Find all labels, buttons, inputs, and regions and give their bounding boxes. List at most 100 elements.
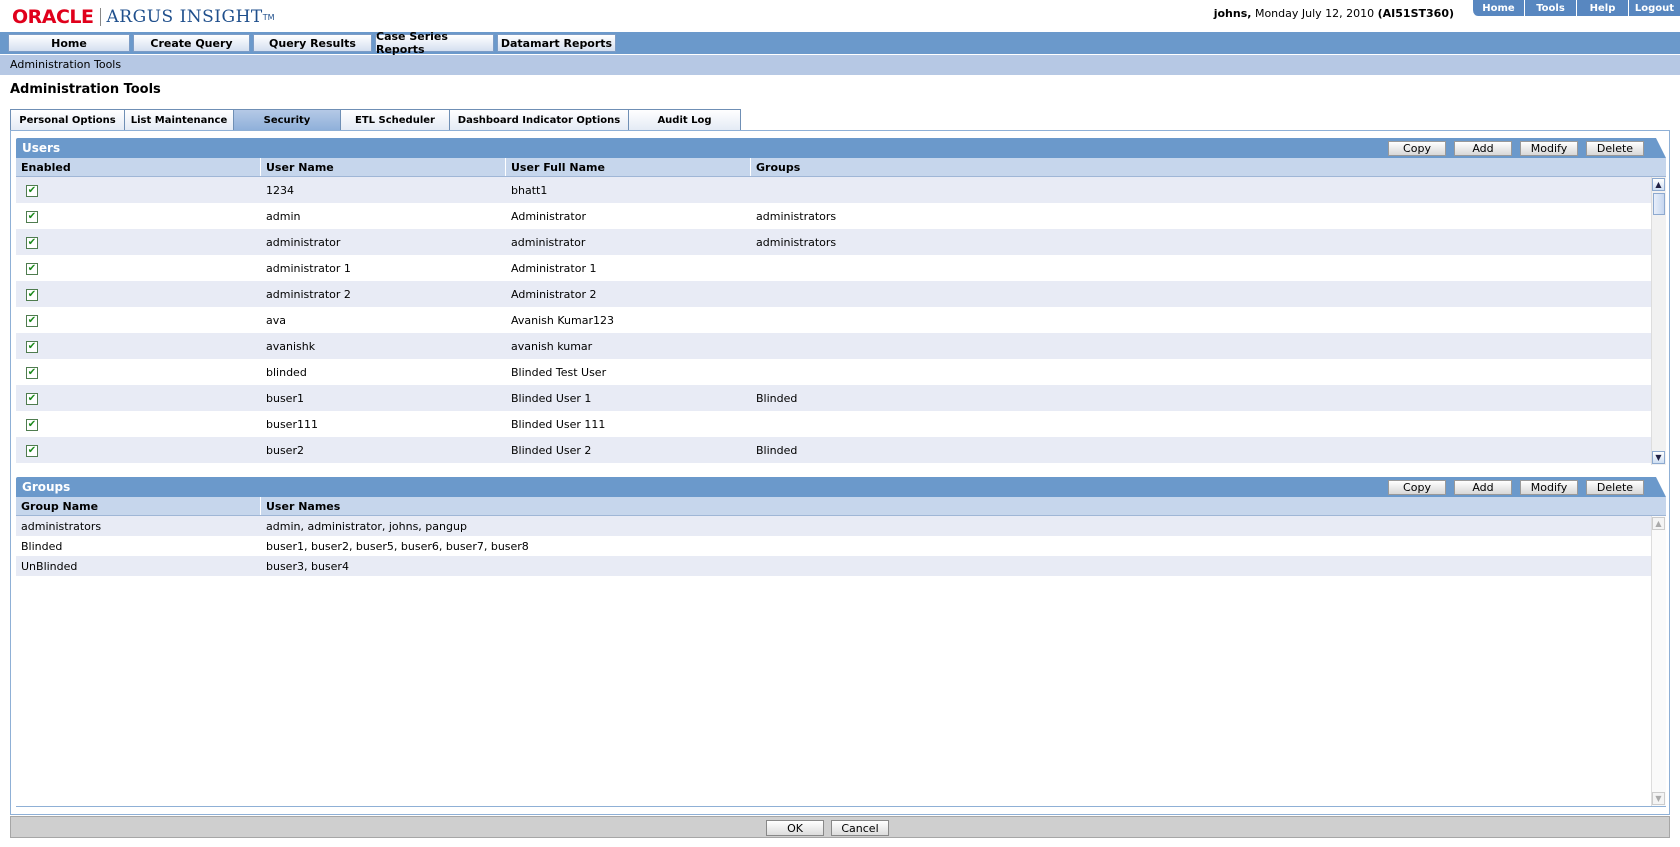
enabled-checkbox[interactable]: ✔ [26, 185, 38, 197]
nav-case-series-reports[interactable]: Case Series Reports [375, 30, 494, 56]
user-full-name-cell: Avanish Kumar123 [511, 313, 614, 327]
enabled-cell: ✔ [16, 365, 261, 379]
user-full-name-cell: Blinded User 2 [511, 443, 592, 457]
groups-scrollbar[interactable]: ▲ ▼ [1651, 516, 1666, 806]
global-links: Home Tools Help Logout [1472, 0, 1680, 16]
column-header-groups[interactable]: Groups [751, 158, 1666, 176]
users-scroll-thumb[interactable] [1653, 193, 1665, 215]
enabled-checkbox[interactable]: ✔ [26, 237, 38, 249]
logo-divider [99, 8, 101, 26]
enabled-checkbox[interactable]: ✔ [26, 289, 38, 301]
table-row[interactable]: Blinded buser1, buser2, buser5, buser6, b… [16, 536, 1666, 556]
enabled-cell: ✔ [16, 261, 261, 275]
table-row[interactable]: ✔ buser111 Blinded User 111 [16, 411, 1666, 437]
enabled-checkbox[interactable]: ✔ [26, 211, 38, 223]
logo-trademark: TM [262, 12, 275, 22]
enabled-checkbox[interactable]: ✔ [26, 419, 38, 431]
groups-delete-button[interactable]: Delete [1586, 480, 1644, 495]
nav-create-query[interactable]: Create Query [133, 34, 250, 52]
users-panel-title: Users [22, 141, 61, 155]
user-name-cell: admin [266, 209, 301, 223]
nav-home[interactable]: Home [8, 34, 130, 52]
user-name-cell: blinded [266, 365, 307, 379]
logo-oracle-text: ORACLE [12, 6, 94, 28]
tab-personal-options[interactable]: Personal Options [10, 109, 125, 130]
ok-button[interactable]: OK [766, 820, 824, 836]
panel-header-notch [1656, 138, 1666, 158]
tab-security[interactable]: Security [233, 109, 341, 130]
group-user-names-cell: buser1, buser2, buser5, buser6, buser7, … [266, 539, 529, 553]
panel-header-notch [1656, 477, 1666, 497]
enabled-cell: ✔ [16, 209, 261, 223]
user-name-cell: administrator 2 [266, 287, 351, 301]
groups-table-header: Group Name User Names [16, 497, 1666, 516]
chevron-down-icon[interactable]: ▼ [1652, 792, 1665, 805]
user-full-name-cell: administrator [511, 235, 586, 249]
enabled-checkbox[interactable]: ✔ [26, 341, 38, 353]
users-copy-button[interactable]: Copy [1388, 141, 1446, 156]
table-row[interactable]: UnBlinded buser3, buser4 [16, 556, 1666, 576]
table-row[interactable]: administrators admin, administrator, john… [16, 516, 1666, 536]
nav-datamart-reports[interactable]: Datamart Reports [497, 34, 616, 52]
tab-audit-log[interactable]: Audit Log [628, 109, 741, 130]
chevron-down-icon[interactable]: ▼ [1652, 451, 1665, 464]
user-name-cell: administrator 1 [266, 261, 351, 275]
table-row[interactable]: ✔ 1234 bhatt1 [16, 177, 1666, 203]
column-header-enabled[interactable]: Enabled [16, 158, 261, 176]
breadcrumb: Administration Tools [0, 55, 1680, 75]
groups-copy-button[interactable]: Copy [1388, 480, 1446, 495]
logo-product-text: ARGUS INSIGHT [106, 7, 263, 27]
enabled-checkbox[interactable]: ✔ [26, 263, 38, 275]
table-row[interactable]: ✔ administrator administrator administrator… [16, 229, 1666, 255]
groups-table-body: administrators admin, administrator, john… [16, 516, 1666, 807]
users-actions: Copy Add Modify Delete [1388, 141, 1644, 156]
enabled-checkbox[interactable]: ✔ [26, 393, 38, 405]
enabled-checkbox[interactable]: ✔ [26, 315, 38, 327]
groups-actions: Copy Add Modify Delete [1388, 480, 1644, 495]
global-link-logout[interactable]: Logout [1628, 0, 1680, 16]
table-row[interactable]: ✔ administrator 1 Administrator 1 [16, 255, 1666, 281]
table-row[interactable]: ✔ avanishk avanish kumar [16, 333, 1666, 359]
global-link-tools[interactable]: Tools [1524, 0, 1576, 16]
user-info: johns, Monday July 12, 2010 (AI51ST360) [1214, 7, 1454, 20]
column-header-user-names[interactable]: User Names [261, 497, 1666, 515]
column-header-user-full-name[interactable]: User Full Name [506, 158, 751, 176]
table-row[interactable]: ✔ buser1 Blinded User 1 Blinded [16, 385, 1666, 411]
user-full-name-cell: Administrator 1 [511, 261, 597, 275]
users-table-body: ✔ 1234 bhatt1 ✔ admin Administrator administra… [16, 177, 1666, 465]
group-name-cell: UnBlinded [21, 559, 78, 573]
user-full-name-cell: Blinded User 1 [511, 391, 592, 405]
tab-etl-scheduler[interactable]: ETL Scheduler [340, 109, 450, 130]
column-header-user-name[interactable]: User Name [261, 158, 506, 176]
nav-query-results[interactable]: Query Results [253, 34, 372, 52]
admin-tabs: Personal Options List Maintenance Securi… [10, 109, 741, 130]
groups-modify-button[interactable]: Modify [1520, 480, 1578, 495]
tab-list-maintenance[interactable]: List Maintenance [124, 109, 234, 130]
global-link-home[interactable]: Home [1472, 0, 1524, 16]
chevron-up-icon[interactable]: ▲ [1652, 517, 1665, 530]
enabled-cell: ✔ [16, 339, 261, 353]
table-row[interactable]: ✔ admin Administrator administrators [16, 203, 1666, 229]
enabled-checkbox[interactable]: ✔ [26, 445, 38, 457]
groups-panel-title: Groups [22, 480, 71, 494]
user-full-name-cell: bhatt1 [511, 183, 548, 197]
table-row[interactable]: ✔ buser2 Blinded User 2 Blinded [16, 437, 1666, 463]
table-row[interactable]: ✔ ava Avanish Kumar123 [16, 307, 1666, 333]
enabled-cell: ✔ [16, 443, 261, 457]
enabled-checkbox[interactable]: ✔ [26, 367, 38, 379]
tab-dashboard-indicator-options[interactable]: Dashboard Indicator Options [449, 109, 629, 130]
users-modify-button[interactable]: Modify [1520, 141, 1578, 156]
column-header-group-name[interactable]: Group Name [16, 497, 261, 515]
cancel-button[interactable]: Cancel [831, 820, 889, 836]
table-row[interactable]: ✔ blinded Blinded Test User [16, 359, 1666, 385]
groups-panel-header: Groups Copy Add Modify Delete [16, 477, 1666, 497]
chevron-up-icon[interactable]: ▲ [1652, 178, 1665, 191]
users-delete-button[interactable]: Delete [1586, 141, 1644, 156]
users-scrollbar[interactable]: ▲ ▼ [1651, 177, 1666, 465]
table-row[interactable]: ✔ administrator 2 Administrator 2 [16, 281, 1666, 307]
groups-add-button[interactable]: Add [1454, 480, 1512, 495]
users-add-button[interactable]: Add [1454, 141, 1512, 156]
page-title: Administration Tools [10, 82, 161, 97]
users-panel: Users Copy Add Modify Delete Enabled Use… [16, 138, 1666, 465]
global-link-help[interactable]: Help [1576, 0, 1628, 16]
